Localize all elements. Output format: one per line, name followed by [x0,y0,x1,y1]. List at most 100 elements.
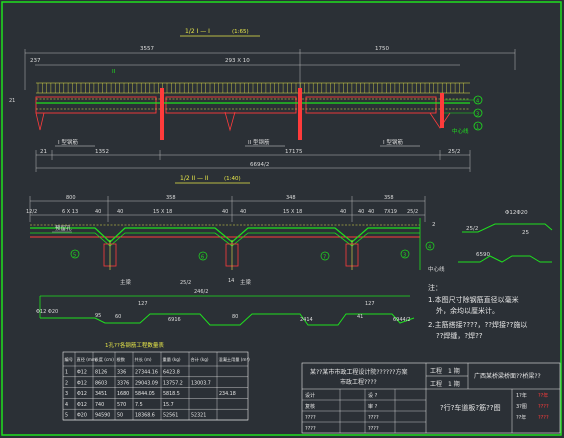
svg-text:127: 127 [365,301,375,307]
svg-text:外，余均以厘米计。: 外，余均以厘米计。 [436,306,499,315]
svg-text:I 型钢筋: I 型钢筋 [58,138,78,146]
table-header-cell: 长度 (cm) [95,356,115,363]
table-header-cell: 混凝土用量 (m³) [219,356,251,363]
svg-text:25/2: 25/2 [448,149,460,155]
top-rebar-spacing-marks [37,83,464,93]
svg-text:2414: 2414 [300,317,313,323]
table-header-cell: 根数 [117,356,126,363]
svg-text:6916: 6916 [168,317,181,323]
svg-text:6590: 6590 [476,252,490,258]
svg-text:40: 40 [368,209,374,215]
svg-text:40: 40 [95,209,101,215]
svg-text:1?年: 1?年 [516,392,527,399]
table-cell: Φ12 [77,391,87,397]
svg-text:3?图: 3?图 [516,404,527,410]
svg-text:358: 358 [166,195,176,201]
svg-text:1 期: 1 期 [448,367,460,375]
svg-text:????: ???? [368,415,379,421]
svg-text:3: 3 [476,112,479,118]
table-cell: 52561 [163,413,178,419]
svg-text:25: 25 [522,230,529,236]
svg-text:中心线: 中心线 [452,127,469,135]
svg-text:17175: 17175 [285,149,303,155]
svg-text:15 X 18: 15 X 18 [283,209,302,215]
svg-text:80: 80 [232,314,238,320]
svg-text:????: ???? [305,426,316,432]
svg-text:????: ???? [368,426,379,432]
svg-text:?行?车道板?筋??图: ?行?车道板?筋??图 [440,403,501,412]
table-cell: 3 [65,391,68,397]
svg-text:设计: 设计 [305,392,315,399]
table-cell: 5 [65,413,68,419]
svg-text:(1:40): (1:40) [224,176,241,182]
svg-text:358: 358 [384,195,394,201]
notes: 注： 1.本图尺寸除钢筋直径以毫米 外，余均以厘米计。 2.主筋搭接????，?… [428,283,527,340]
svg-text:1.本图尺寸除钢筋直径以毫米: 1.本图尺寸除钢筋直径以毫米 [428,295,519,304]
table-header-cell: 重量 (kg) [163,356,181,363]
svg-text:广西某桥梁桥面??桥梁??: 广西某桥梁桥面??桥梁?? [474,372,541,380]
table-cell: 3376 [117,380,129,386]
svg-text:????: ???? [538,404,549,410]
right-detail-rebar: Φ12Φ20 25 25/2 6590 2 [432,210,553,263]
svg-text:15 X 18: 15 X 18 [153,209,172,215]
top-bottom-dimensions: 21 1352 17175 25/2 6694/2 [35,149,471,172]
svg-text:21: 21 [9,98,15,104]
svg-text:1/2 I — I: 1/2 I — I [185,28,210,35]
svg-text:237: 237 [30,58,41,64]
table-header-cell: 共长 (m) [135,356,152,363]
svg-text:7: 7 [323,255,326,261]
svg-text:设 ?: 设 ? [368,392,378,399]
svg-text:II: II [112,69,116,75]
table-cell: 7.5 [135,402,143,408]
table-cell: 740 [95,402,104,408]
svg-text:??年: ??年 [516,414,526,421]
svg-text:40: 40 [240,209,246,215]
svg-text:293 X 10: 293 X 10 [225,58,250,64]
table-cell: Φ12 [77,402,87,408]
rebar-quantity-table: 1孔??各钢筋工程数量表 编号 直径 (mm)长度 (cm) 根数 共长 (m) 重量 … [62,341,251,421]
svg-text:审 ?: 审 ? [368,403,378,410]
svg-text:注：: 注： [428,283,442,292]
svg-text:1352: 1352 [95,149,109,155]
svg-text:127: 127 [138,301,148,307]
table-cell: 2 [65,380,68,386]
svg-text:41: 41 [357,314,363,320]
svg-text:主梁: 主梁 [120,278,132,286]
table-cell: 6423.8 [163,370,180,376]
svg-text:60: 60 [115,314,121,320]
table-cell: 3451 [95,391,107,397]
svg-text:市政工程????: 市政工程???? [340,378,377,386]
table-header-cell: 合计 (kg) [191,356,209,363]
svg-text:5: 5 [73,253,76,259]
table-cell: 1 [65,370,68,376]
svg-text:6694/2: 6694/2 [250,162,269,168]
table-cell: 336 [117,370,126,376]
svg-text:800: 800 [66,195,76,201]
table-cell: 5844.05 [135,391,155,397]
table-cell: 52321 [191,413,206,419]
table-cell: 5818.5 [163,391,180,397]
svg-text:6 X 13: 6 X 13 [62,209,78,215]
svg-text:??年: ??年 [538,392,548,399]
svg-text:95: 95 [95,313,101,319]
svg-text:??焊缝，?焊??: ??焊缝，?焊?? [436,331,483,340]
svg-text:2: 2 [432,222,436,228]
section-I-title: 1/2 I — I (1:65) [180,28,260,37]
table-cell: 8603 [95,380,107,386]
rebar-bending-diagram: 25/2 246/2 14 127 127 95 60 80 41 6916 2… [36,278,415,326]
svg-text:中心线: 中心线 [428,265,445,273]
svg-text:I 型钢筋: I 型钢筋 [383,138,403,146]
table-cell: Φ12 [77,370,87,376]
table-cell: Φ12 [77,380,87,386]
svg-text:1: 1 [476,125,479,131]
top-dimensions: 3557 1750 293 X 10 237 21 II [9,46,516,104]
svg-text:40: 40 [117,209,123,215]
svg-text:复核: 复核 [305,403,315,410]
svg-text:3: 3 [403,253,406,259]
table-cell: 13757.2 [163,380,183,386]
cad-drawing-canvas: 1/2 I — I (1:65) 3557 1750 293 X 10 237 … [1,1,562,436]
svg-text:4: 4 [428,245,431,251]
table-cell: 27344.16 [135,370,158,376]
svg-text:246/2: 246/2 [194,289,208,295]
table-cell: 29043.09 [135,380,158,386]
